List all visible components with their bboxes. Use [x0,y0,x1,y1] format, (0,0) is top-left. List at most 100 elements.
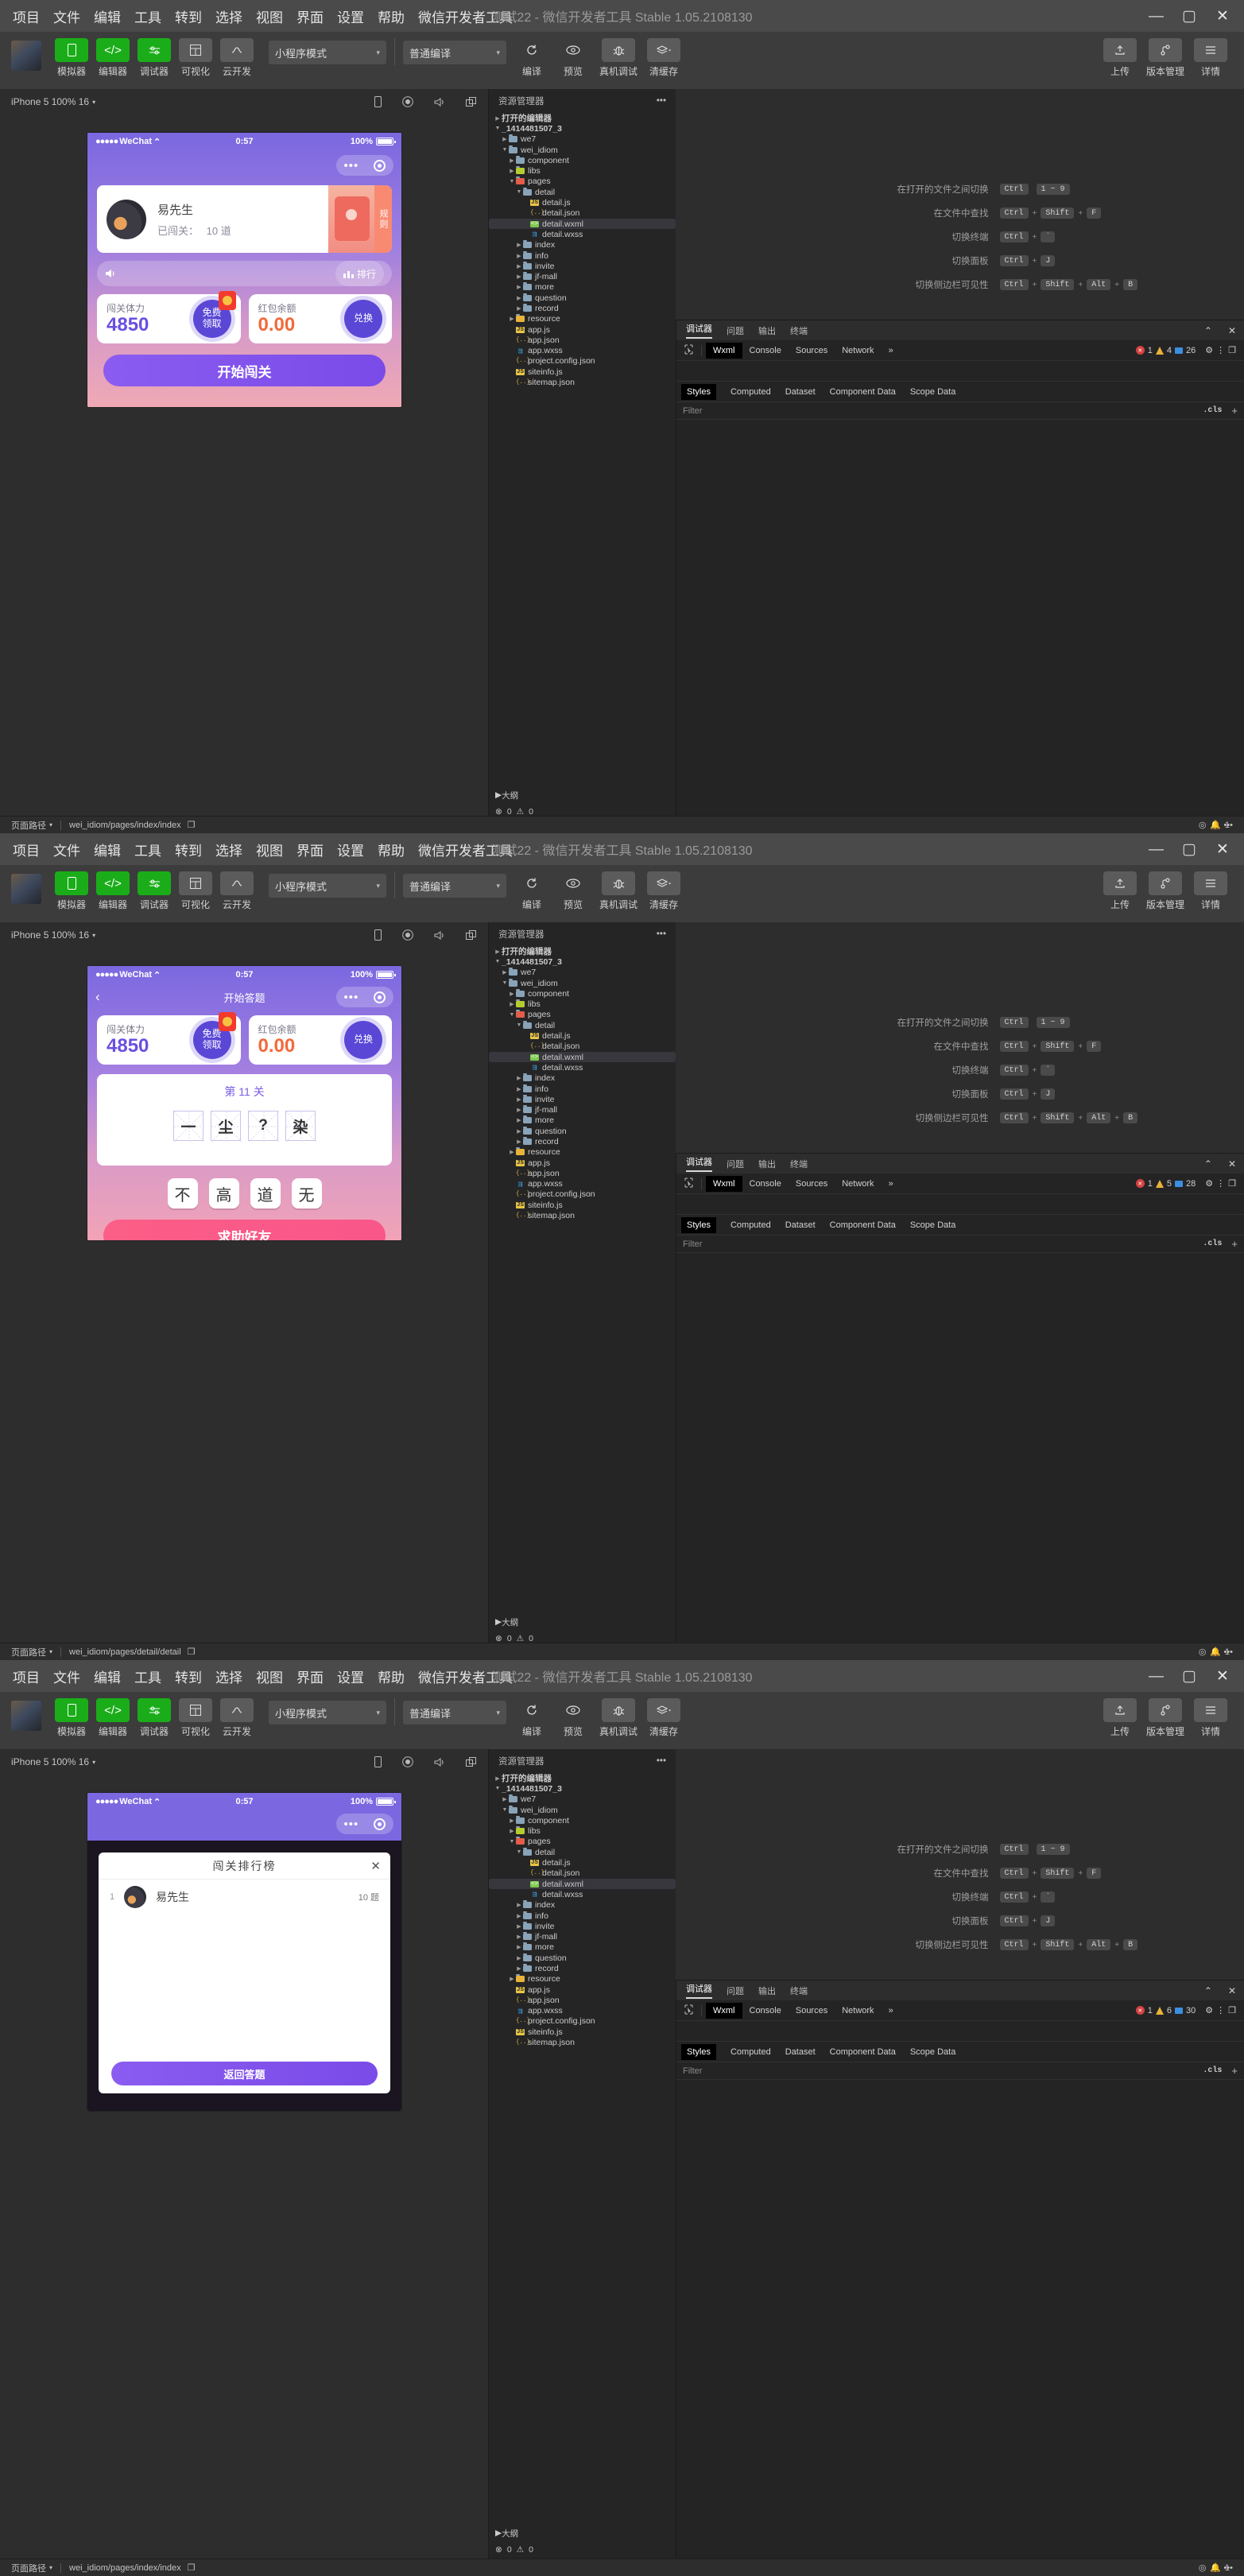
tree-project-root[interactable]: ▼ _1414481507_3 [489,1783,676,1794]
tree-item[interactable]: ▶component [489,1815,676,1825]
tree-item[interactable]: ▶record [489,303,676,313]
menu-item-10[interactable]: 微信开发者工具 [418,1666,513,1686]
style-tab-dataset[interactable]: Dataset [785,2047,816,2057]
close-button[interactable]: ✕ [1215,9,1230,24]
record-icon[interactable] [402,929,413,941]
compile-select[interactable]: 普通编译 ▾ [403,41,506,64]
tree-item[interactable]: ▶jf-mall [489,1104,676,1115]
phone-icon[interactable] [374,96,382,107]
toolbar-button-simulator[interactable]: 模拟器 [51,38,92,78]
devtools-tab-console[interactable]: Console [742,1176,789,1192]
screens-icon[interactable] [466,97,477,107]
menu-item-10[interactable]: 微信开发者工具 [418,840,513,859]
tree-item[interactable]: ▼pages [489,1837,676,1847]
wechat-capsule[interactable]: ••• [336,987,393,1007]
volume-icon[interactable] [434,97,445,107]
close-icon[interactable]: ✕ [370,1859,381,1873]
tree-item[interactable]: ▶more [489,1115,676,1126]
toolbar-button-details[interactable]: 详情 [1190,38,1231,78]
menu-item-6[interactable]: 视图 [256,1666,283,1686]
toolbar-button-version[interactable]: 版本管理 [1141,871,1190,911]
tree-item[interactable]: ▼detail [489,1020,676,1030]
tree-item[interactable]: ▶question [489,1126,676,1136]
menu-item-5[interactable]: 选择 [215,6,242,26]
kebab-icon[interactable]: ⋮ [1216,1178,1225,1189]
tree-item[interactable]: JSdetail.js [489,1030,676,1041]
ellipsis-icon[interactable]: ••• [657,1756,666,1766]
toolbar-button-realdevice[interactable]: 真机调试 [594,1698,643,1738]
panel-tab-terminal[interactable]: 终端 [790,324,808,337]
option-button[interactable]: 高 [209,1178,239,1208]
tree-item[interactable]: ▶resource [489,314,676,324]
toolbar-button-editor[interactable]: </> 编辑器 [92,38,134,78]
menu-item-9[interactable]: 帮助 [378,1666,405,1686]
tree-item[interactable]: ▶libs [489,165,676,176]
minimize-button[interactable]: — [1149,1669,1163,1684]
style-tab-computed[interactable]: Computed [731,2047,771,2057]
tree-item[interactable]: <>detail.wxml [489,1052,676,1062]
toolbar-button-compile[interactable]: 编译 [511,871,552,911]
copy-icon[interactable]: ❐ [188,820,196,830]
cursor-select-icon[interactable] [680,1177,697,1190]
menu-item-3[interactable]: 工具 [134,840,161,859]
panel-tab-terminal[interactable]: 终端 [790,1984,808,1997]
volume-icon[interactable] [105,268,118,279]
volume-icon[interactable] [434,1757,445,1767]
close-icon[interactable]: ✕ [1228,1158,1236,1170]
page-path-label[interactable]: 页面路径 [11,819,46,832]
panel-tab-output[interactable]: 输出 [758,324,776,337]
tree-item[interactable]: ▶more [489,282,676,293]
tree-item[interactable]: ▶component [489,988,676,999]
ask-friend-button[interactable]: 求助好友 [103,1220,386,1240]
filter-input[interactable]: Filter [683,2066,702,2076]
tree-item[interactable]: {..}app.json [489,1995,676,2005]
tree-item[interactable]: {..}detail.json [489,1042,676,1052]
avatar[interactable] [11,41,41,71]
gear-icon[interactable]: ⚙ [1205,345,1213,355]
tree-item[interactable]: JSsiteinfo.js [489,367,676,377]
page-path-label[interactable]: 页面路径 [11,1646,46,1658]
tree-item[interactable]: ▼wei_idiom [489,978,676,988]
outline-section[interactable]: ▶ 大纲 [489,2527,676,2539]
minimize-button[interactable]: — [1149,842,1163,857]
style-tab-dataset[interactable]: Dataset [785,387,816,397]
option-button[interactable]: 不 [168,1178,198,1208]
tree-item[interactable]: ▶resource [489,1974,676,1984]
toolbar-button-details[interactable]: 详情 [1190,1698,1231,1738]
menu-item-7[interactable]: 界面 [296,6,324,26]
tree-item[interactable]: ▶component [489,155,676,165]
style-tab-component-data[interactable]: Component Data [830,387,896,397]
tree-item[interactable]: ヨapp.wxss [489,1179,676,1189]
toolbar-button-debugger[interactable]: 调试器 [134,1698,175,1738]
cls-button[interactable]: .cls [1203,2066,1222,2075]
tree-item[interactable]: ▶invite [489,1094,676,1104]
style-tab-styles[interactable]: Styles [681,384,716,400]
tree-item[interactable]: {..}app.json [489,335,676,345]
tree-item[interactable]: JSdetail.js [489,197,676,208]
tree-item[interactable]: JSapp.js [489,1158,676,1168]
tree-item[interactable]: ▶index [489,240,676,250]
compile-select[interactable]: 普通编译 ▾ [403,874,506,898]
tree-item[interactable]: ▶jf-mall [489,1931,676,1942]
close-button[interactable]: ✕ [1215,842,1230,857]
maximize-button[interactable]: ▢ [1182,1669,1196,1684]
ellipsis-icon[interactable]: ••• [344,160,359,172]
rule-badge[interactable]: 规则 [374,185,392,253]
toolbar-button-preview[interactable]: 预览 [552,38,594,78]
exchange-button[interactable]: 兑换 [344,1021,382,1059]
menu-item-2[interactable]: 编辑 [94,1666,121,1686]
tree-item[interactable]: ▶libs [489,1825,676,1836]
tree-item[interactable]: ヨdetail.wxss [489,1889,676,1899]
style-tab-computed[interactable]: Computed [731,1220,771,1230]
bell-icon[interactable]: 🔔 [1210,2562,1221,2573]
toolbar-button-simulator[interactable]: 模拟器 [51,871,92,911]
style-tab-styles[interactable]: Styles [681,2044,716,2060]
back-icon[interactable]: ‹ [95,989,100,1005]
explorer-problem-counts[interactable]: ⊗ 0 ⚠ 0 [495,2541,533,2559]
cls-button[interactable]: .cls [1203,406,1222,415]
mode-select[interactable]: 小程序模式 ▾ [269,1701,386,1724]
gear-icon[interactable]: ⚙ [1205,2005,1213,2015]
kebab-icon[interactable]: ⋮ [1216,345,1225,355]
close-capsule-icon[interactable] [374,160,386,172]
devtools-tab-console[interactable]: Console [742,2003,789,2019]
